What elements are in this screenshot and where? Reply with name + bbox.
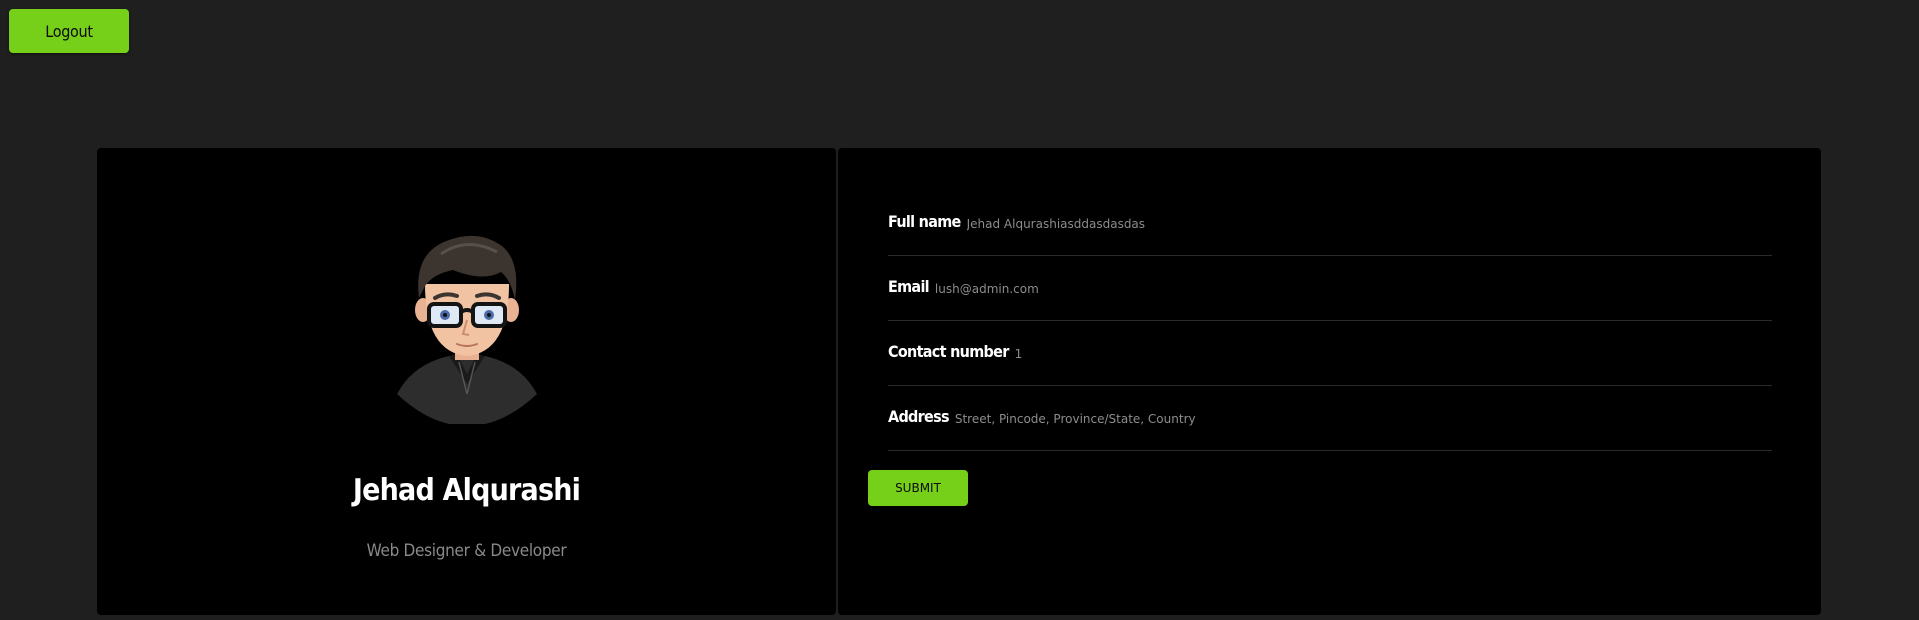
submit-button[interactable]: SUBMIT xyxy=(868,470,968,506)
address-row: Address xyxy=(888,387,1772,451)
full-name-label: Full name xyxy=(888,212,961,231)
profile-name: Jehad Alqurashi xyxy=(352,473,581,508)
profile-role: Web Designer & Developer xyxy=(366,541,567,561)
email-label: Email xyxy=(888,277,930,296)
contact-number-row: Contact number xyxy=(888,322,1772,386)
profile-form-card: Full name Email Contact number Address S… xyxy=(838,148,1821,615)
email-input[interactable] xyxy=(934,281,1772,296)
contact-number-label: Contact number xyxy=(888,342,1009,361)
profile-card: Jehad Alqurashi Web Designer & Developer xyxy=(97,148,836,615)
email-row: Email xyxy=(888,257,1772,321)
address-input[interactable] xyxy=(954,411,1772,426)
contact-number-input[interactable] xyxy=(1014,346,1772,361)
logout-button[interactable]: Logout xyxy=(9,9,129,53)
address-label: Address xyxy=(888,407,950,426)
avatar xyxy=(397,235,537,424)
full-name-row: Full name xyxy=(888,192,1772,256)
full-name-input[interactable] xyxy=(966,216,1772,231)
